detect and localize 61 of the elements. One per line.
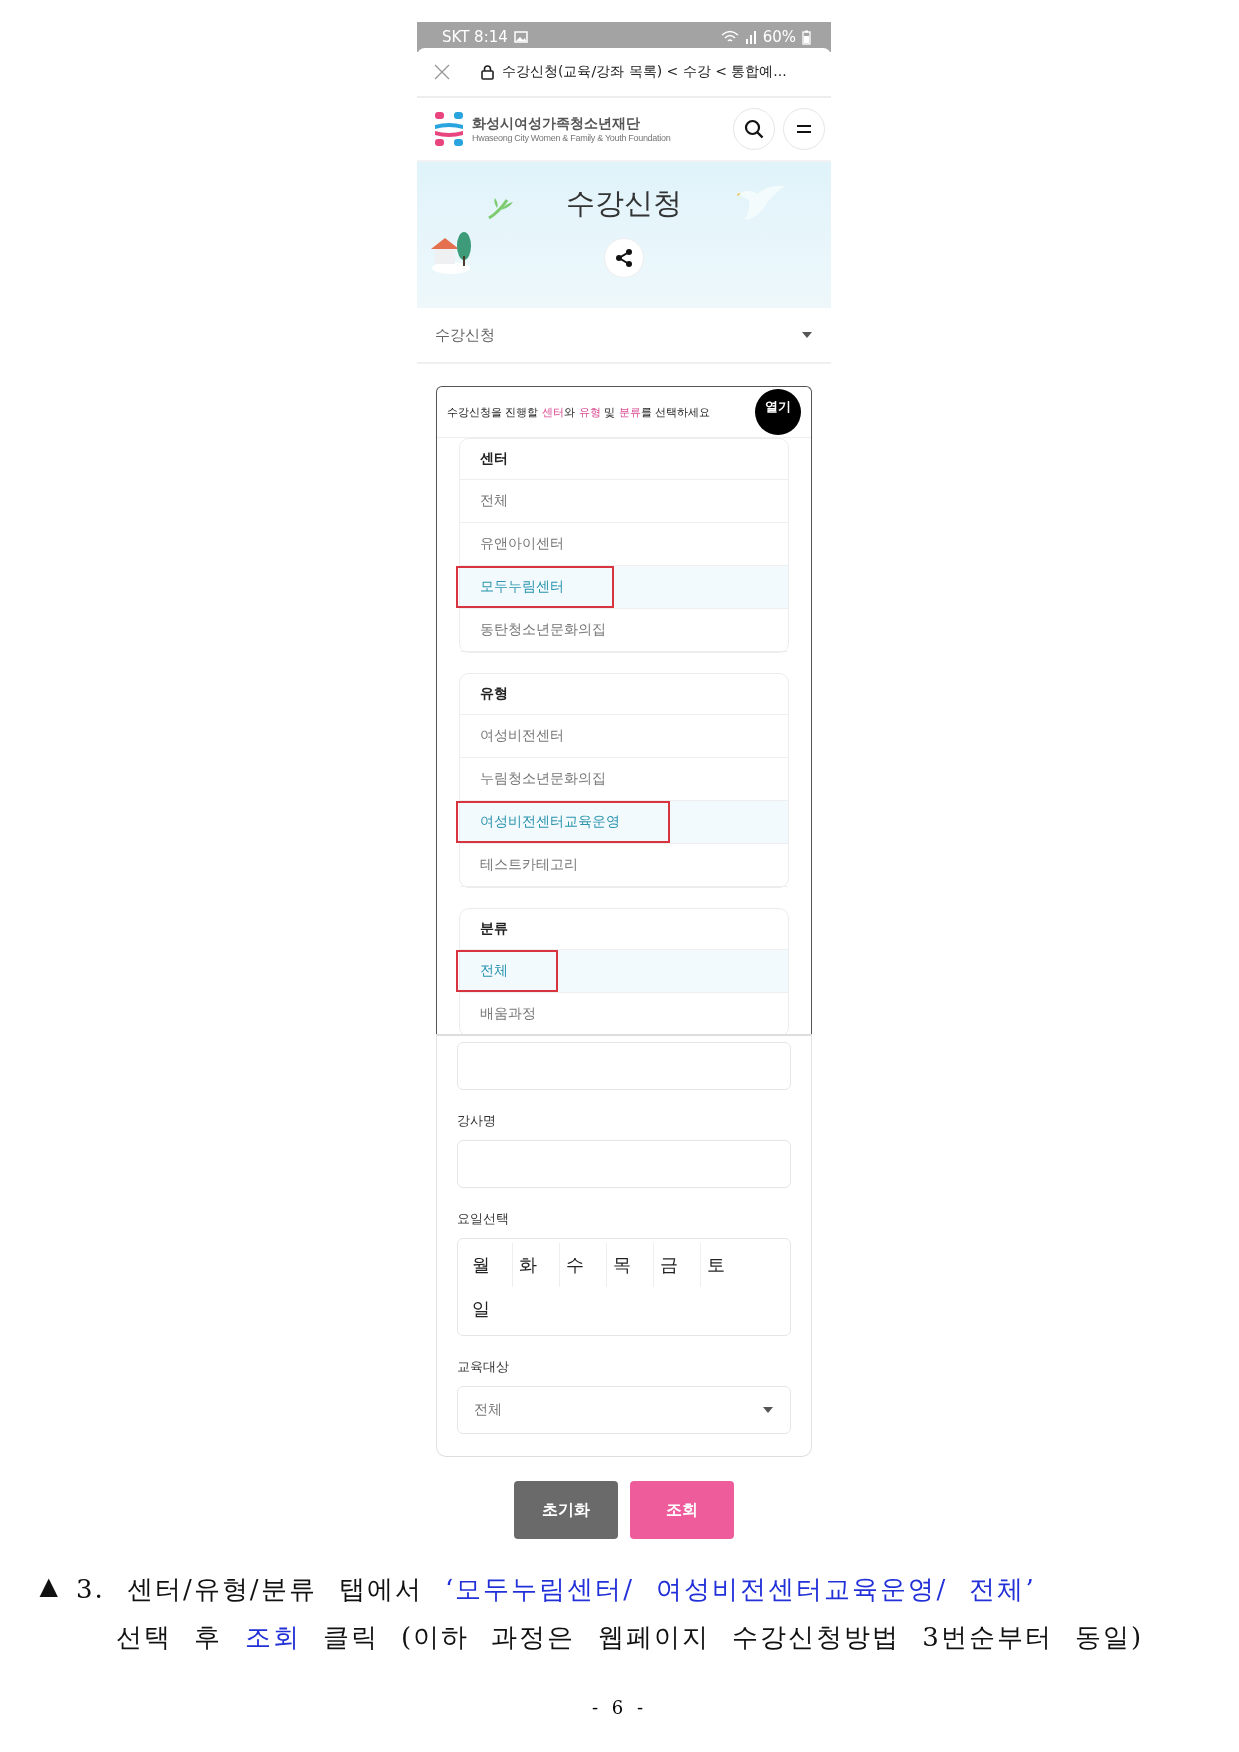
battery-icon bbox=[802, 29, 811, 45]
lock-icon bbox=[481, 64, 494, 80]
caret-icon bbox=[762, 1406, 774, 1414]
day-option[interactable]: 화 bbox=[513, 1243, 560, 1287]
filter-option[interactable]: 전체 bbox=[460, 480, 788, 523]
caption-text: 3. 센터/유형/분류 탭에서 ‘모두누림센터/ 여성비전센터교육운영/ 전체’ 선택 후 조회 클릭 (이하 과정은 웹페이지 수강신청방법 3번순부터 동일) bbox=[75, 1573, 1144, 1654]
search-button[interactable] bbox=[733, 108, 775, 150]
filter-option[interactable]: 여성비전센터 bbox=[460, 715, 788, 758]
instruction-text: 수강신청을 진행할 센터와 유형 및 분류를 선택하세요 bbox=[447, 404, 710, 420]
search-button[interactable]: 조회 bbox=[630, 1481, 734, 1539]
group-title: 센터 bbox=[460, 439, 788, 480]
day-option[interactable]: 목 bbox=[607, 1243, 654, 1287]
option-label: 여성비전센터교육운영 bbox=[480, 813, 620, 831]
day-option[interactable]: 수 bbox=[560, 1243, 607, 1287]
status-time: SKT 8:14 bbox=[442, 28, 508, 46]
leaf-icon bbox=[487, 196, 515, 220]
close-icon[interactable] bbox=[433, 63, 451, 81]
option-label: 모두누림센터 bbox=[480, 578, 564, 596]
wifi-icon bbox=[720, 30, 739, 44]
org-name-english: Hwaseong City Women & Family & Youth Foundation bbox=[472, 133, 672, 143]
filter-option[interactable]: 동탄청소년문화의집 bbox=[460, 609, 788, 652]
option-label: 테스트카테고리 bbox=[479, 855, 578, 874]
option-label: 동탄청소년문화의집 bbox=[479, 620, 606, 639]
org-name: 화성시여성가족청소년재단 bbox=[472, 115, 641, 133]
filter-option[interactable]: 배움과정 bbox=[460, 993, 788, 1034]
option-label: 여성비전센터 bbox=[479, 726, 564, 745]
page-dropdown[interactable]: 수강신청 bbox=[417, 308, 831, 364]
menu-button[interactable] bbox=[783, 108, 825, 150]
caret-icon bbox=[801, 331, 813, 339]
open-toggle-button[interactable]: 열기 bbox=[755, 389, 801, 435]
reset-button[interactable]: 초기화 bbox=[514, 1481, 618, 1539]
input-field[interactable] bbox=[457, 1042, 791, 1090]
day-option[interactable]: 금 bbox=[654, 1243, 701, 1287]
signal-icon bbox=[744, 30, 757, 44]
logo-icon bbox=[434, 111, 464, 147]
banner-title: 수강신청 bbox=[566, 185, 682, 222]
input-field[interactable] bbox=[457, 1140, 791, 1188]
field-label: 교육대상 bbox=[457, 1358, 510, 1376]
image-icon bbox=[513, 31, 528, 43]
filter-option[interactable]: 테스트카테고리 bbox=[460, 844, 788, 887]
page-number: - 6 - bbox=[591, 1697, 648, 1718]
option-label: 배움과정 bbox=[479, 1004, 536, 1023]
field-label: 요일선택 bbox=[457, 1210, 510, 1228]
select-field[interactable]: 전체 bbox=[457, 1386, 791, 1434]
triangle-marker: ▲ bbox=[39, 1571, 58, 1602]
share-button[interactable] bbox=[604, 238, 644, 278]
option-label: 유앤아이센터 bbox=[479, 534, 564, 553]
page-title: 수강신청(교육/강좌 목록) < 수강 < 통합예... bbox=[502, 63, 787, 81]
share-icon bbox=[615, 249, 633, 267]
search-icon bbox=[744, 119, 764, 139]
day-option[interactable]: 토 bbox=[701, 1243, 748, 1287]
battery-percent: 60% bbox=[762, 28, 796, 46]
day-option[interactable]: 일 bbox=[466, 1287, 513, 1331]
menu-icon bbox=[796, 124, 812, 134]
group-title: 유형 bbox=[460, 674, 788, 715]
bird-drawing bbox=[735, 184, 787, 222]
option-label: 누림청소년문화의집 bbox=[479, 769, 606, 788]
day-option[interactable]: 월 bbox=[466, 1243, 513, 1287]
field-label: 강사명 bbox=[457, 1112, 497, 1130]
option-label: 전체 bbox=[479, 491, 508, 510]
option-label: 전체 bbox=[480, 962, 508, 980]
